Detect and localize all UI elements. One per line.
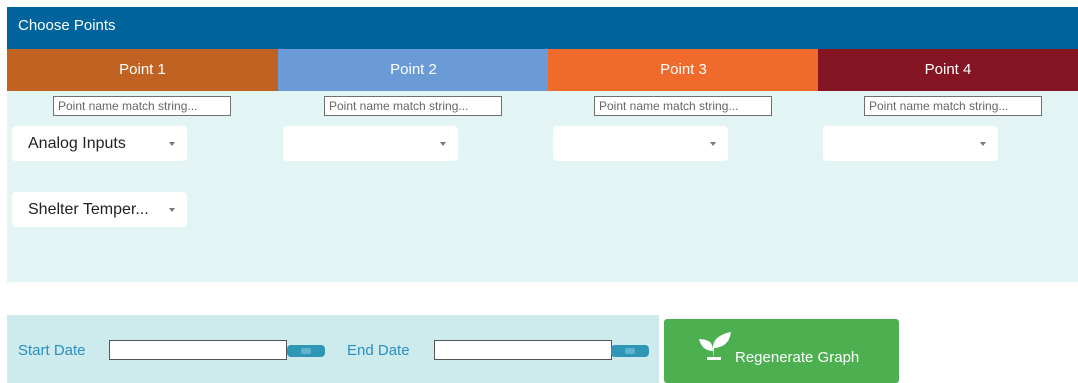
points-panel: Point 1 Analog Inputs Shelter Temper... …	[7, 49, 1078, 282]
point-1-category-select[interactable]: Analog Inputs	[12, 126, 187, 161]
panel-title: Choose Points	[18, 17, 116, 34]
point-1-category-value: Analog Inputs	[28, 135, 126, 152]
start-date-label: Start Date	[18, 342, 86, 359]
point-3-match-input[interactable]	[594, 96, 772, 116]
caret-down-icon	[980, 142, 986, 146]
point-4-match-input[interactable]	[864, 96, 1042, 116]
point-3-column: Point 3	[548, 49, 819, 282]
point-1-header[interactable]: Point 1	[7, 49, 278, 91]
date-range-bar: Start Date End Date	[7, 315, 659, 383]
point-4-header[interactable]: Point 4	[818, 49, 1078, 91]
regenerate-graph-label: Regenerate Graph	[735, 349, 860, 366]
caret-down-icon	[169, 142, 175, 146]
point-2-column: Point 2	[278, 49, 549, 282]
start-date-calendar-button[interactable]	[287, 345, 325, 357]
caret-down-icon	[440, 142, 446, 146]
point-4-column: Point 4	[818, 49, 1078, 282]
end-date-label: End Date	[347, 342, 410, 359]
end-date-input[interactable]	[434, 340, 612, 360]
point-4-category-select[interactable]	[823, 126, 998, 161]
calendar-icon	[625, 348, 635, 354]
end-date-calendar-button[interactable]	[611, 345, 649, 357]
start-date-input[interactable]	[109, 340, 287, 360]
point-2-header[interactable]: Point 2	[278, 49, 549, 91]
point-2-match-input[interactable]	[324, 96, 502, 116]
point-1-match-input[interactable]	[53, 96, 231, 116]
point-3-header[interactable]: Point 3	[548, 49, 819, 91]
point-1-point-select[interactable]: Shelter Temper...	[12, 192, 187, 227]
regenerate-graph-button[interactable]: Regenerate Graph	[664, 319, 899, 383]
caret-down-icon	[710, 142, 716, 146]
point-2-category-select[interactable]	[283, 126, 458, 161]
plant-icon	[699, 332, 731, 360]
calendar-icon	[301, 348, 311, 354]
point-1-column: Point 1 Analog Inputs Shelter Temper...	[7, 49, 278, 282]
choose-points-header: Choose Points	[7, 7, 1078, 49]
caret-down-icon	[169, 208, 175, 212]
point-1-point-value: Shelter Temper...	[28, 201, 149, 218]
point-3-category-select[interactable]	[553, 126, 728, 161]
